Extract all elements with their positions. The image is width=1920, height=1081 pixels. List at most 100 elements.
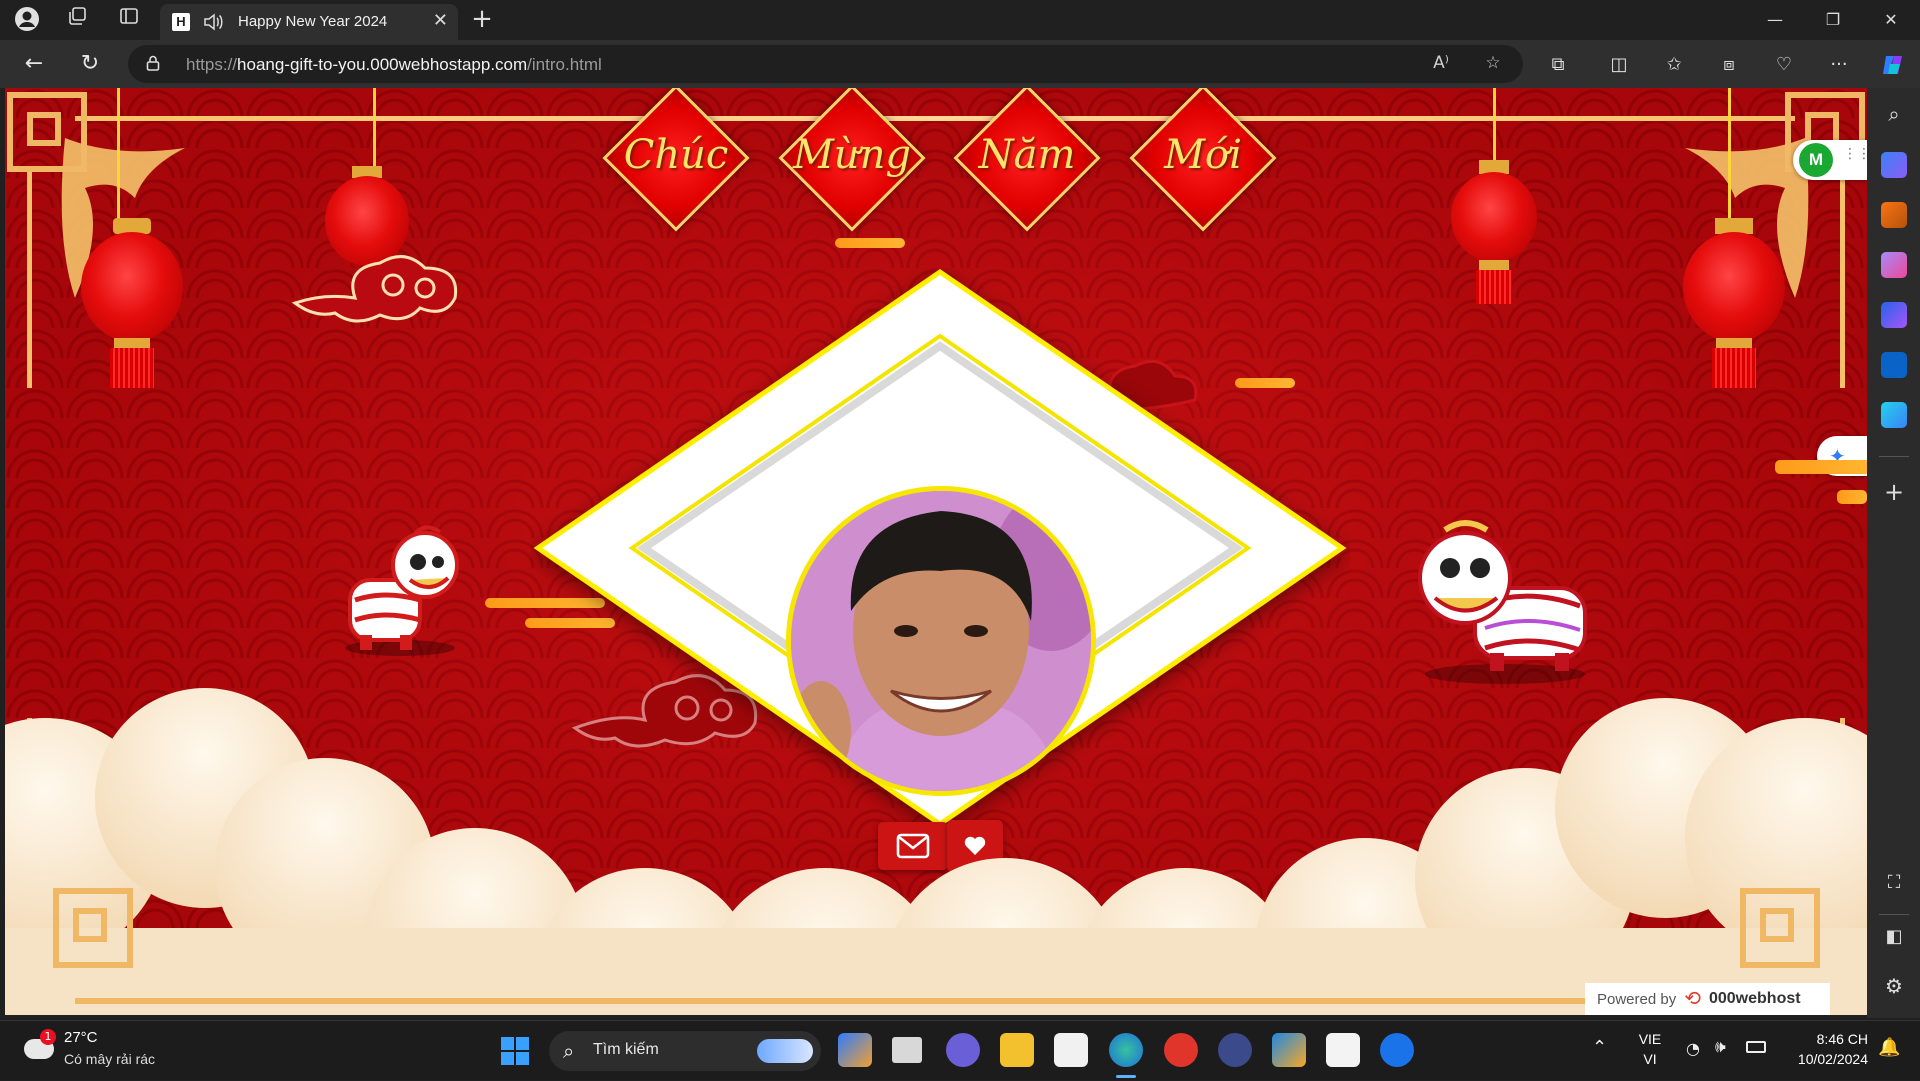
- tab-title: Happy New Year 2024: [238, 13, 388, 30]
- settings-gear-icon[interactable]: ⚙: [1881, 974, 1907, 1000]
- lock-icon[interactable]: [146, 55, 160, 71]
- games-icon[interactable]: [1881, 252, 1907, 278]
- url-scheme: https://: [186, 55, 238, 74]
- extension-badge-icon: M: [1799, 143, 1833, 177]
- refresh-button[interactable]: ↻: [74, 50, 106, 78]
- add-icon[interactable]: +: [1881, 480, 1907, 506]
- microsoft-365-icon[interactable]: [1881, 302, 1907, 328]
- browser-toolbar: ← ↻ https://hoang-gift-to-you.000webhost…: [0, 40, 1920, 88]
- workspaces-icon[interactable]: [62, 6, 92, 34]
- tab-close-icon[interactable]: ✕: [433, 10, 448, 31]
- powered-by-prefix: Powered by: [1597, 990, 1677, 1008]
- weather-desc: Có mây rải rác: [64, 1051, 156, 1067]
- url-path: /intro.html: [527, 55, 602, 74]
- powered-by-brand: 000webhost: [1708, 990, 1801, 1007]
- url-text[interactable]: https://hoang-gift-to-you.000webhostapp.…: [186, 55, 602, 75]
- collections-icon[interactable]: ⧈: [1714, 52, 1744, 78]
- webhost-logo-icon: ⟲: [1684, 988, 1701, 1010]
- drop-icon[interactable]: [1881, 402, 1907, 428]
- outlook-icon[interactable]: [1881, 352, 1907, 378]
- weather-widget[interactable]: 1 27°C Có mây rải rác: [16, 1021, 176, 1081]
- notification-bell-icon[interactable]: 🔔: [1878, 1037, 1900, 1058]
- speaker-icon[interactable]: [202, 11, 224, 33]
- battery-icon[interactable]: [1746, 1041, 1766, 1053]
- lantern-string-2: [373, 88, 376, 170]
- new-tab-button[interactable]: +: [466, 4, 498, 36]
- taskbar-search[interactable]: ⌕ Tìm kiếm: [549, 1031, 821, 1071]
- close-window-button[interactable]: ✕: [1868, 6, 1914, 34]
- app-icon[interactable]: [1218, 1033, 1252, 1067]
- extensions-icon[interactable]: ⧉: [1543, 52, 1573, 78]
- lantern-string-3: [1493, 88, 1496, 163]
- auspicious-cloud-icon: [291, 255, 458, 323]
- app-icon[interactable]: [1054, 1033, 1088, 1067]
- favorites-icon[interactable]: ✩: [1659, 52, 1689, 78]
- language-line2: VI: [1643, 1051, 1657, 1067]
- wifi-icon[interactable]: ◔: [1686, 1039, 1700, 1058]
- language-line1: VIE: [1638, 1031, 1662, 1047]
- clock[interactable]: 8:46 CH 10/02/2024: [1778, 1029, 1868, 1075]
- teams-chat-icon[interactable]: [946, 1033, 980, 1067]
- powered-by-badge[interactable]: Powered by ⟲ 000webhost: [1585, 983, 1830, 1015]
- search-highlight-icon: [757, 1039, 813, 1063]
- corner-ornament-bottom-right: [1740, 888, 1820, 968]
- clock-date: 10/02/2024: [1797, 1051, 1868, 1067]
- task-view-icon[interactable]: [892, 1037, 922, 1063]
- tab-actions-icon[interactable]: [114, 6, 144, 34]
- corner-ornament-bottom-left: [53, 888, 133, 968]
- lantern-string-4: [1728, 88, 1731, 223]
- browser-tab-active[interactable]: H Happy New Year 2024 ✕: [160, 4, 458, 40]
- split-screen-icon[interactable]: ◫: [1604, 52, 1634, 78]
- sidebar-toggle-icon[interactable]: ◧: [1881, 926, 1907, 952]
- gold-streak: [1837, 490, 1867, 504]
- language-indicator[interactable]: VIE VI: [1632, 1029, 1668, 1075]
- red-lantern-icon: [77, 218, 187, 408]
- browser-essentials-icon[interactable]: ♡: [1769, 52, 1799, 78]
- minimize-button[interactable]: —: [1752, 6, 1798, 34]
- shopping-tag-icon[interactable]: [1881, 152, 1907, 178]
- gold-frame-top: [75, 116, 1795, 121]
- red-lantern-icon: [1447, 160, 1541, 310]
- lion-dance-left-icon: [345, 525, 459, 656]
- drag-handle-icon[interactable]: ⋮⋮: [1843, 147, 1867, 161]
- read-aloud-icon[interactable]: A⁾: [1428, 53, 1454, 75]
- restore-button[interactable]: ❐: [1810, 6, 1856, 34]
- show-hidden-icons[interactable]: ⌃: [1592, 1037, 1607, 1058]
- start-windows-icon[interactable]: [500, 1036, 530, 1066]
- tools-icon[interactable]: [1881, 202, 1907, 228]
- red-lantern-icon: [1679, 218, 1789, 408]
- address-bar[interactable]: https://hoang-gift-to-you.000webhostapp.…: [128, 45, 1523, 83]
- microsoft-store-icon[interactable]: [1326, 1033, 1360, 1067]
- wps-office-icon[interactable]: [1164, 1033, 1198, 1067]
- edge-sidebar: ⌕ + ⛶ ◧ ⚙: [1867, 88, 1920, 1018]
- web-page: Chúc Mừng Năm Mới M ⋮⋮ ✦ Powered by ⟲ 00…: [5, 88, 1867, 1015]
- banner-text-2: Mừng: [792, 132, 912, 178]
- search-icon[interactable]: ⌕: [1881, 102, 1907, 128]
- sidebar-separator: [1879, 456, 1909, 457]
- lantern-string-1: [117, 88, 120, 228]
- weather-temp: 27°C: [64, 1029, 98, 1046]
- windows-taskbar: 1 27°C Có mây rải rác ⌕ Tìm kiếm ⌃ VIE V…: [0, 1020, 1920, 1080]
- copilot-taskbar-icon[interactable]: [838, 1033, 872, 1067]
- screenshot-icon[interactable]: ⛶: [1881, 872, 1907, 898]
- bottom-cloud-bank: [5, 688, 1867, 1015]
- gold-frame-left: [27, 168, 32, 388]
- file-explorer-icon[interactable]: [1000, 1033, 1034, 1067]
- banner-text-3: Năm: [978, 132, 1076, 178]
- active-app-indicator: [1116, 1075, 1136, 1078]
- copilot-icon[interactable]: [1878, 52, 1908, 78]
- extension-floating-button[interactable]: M ⋮⋮: [1793, 140, 1867, 180]
- back-button[interactable]: ←: [18, 50, 50, 78]
- search-icon: ⌕: [563, 1039, 575, 1063]
- browser-title-bar: H Happy New Year 2024 ✕ + — ❐ ✕: [0, 0, 1920, 40]
- zalo-icon[interactable]: [1380, 1033, 1414, 1067]
- lion-dance-right-icon: [1418, 520, 1587, 684]
- profile-icon[interactable]: [12, 6, 42, 34]
- more-menu-icon[interactable]: ···: [1824, 52, 1854, 78]
- app-icon[interactable]: [1272, 1033, 1306, 1067]
- banner-text-4: Mới: [1164, 132, 1242, 178]
- favorite-star-icon[interactable]: ☆: [1480, 53, 1506, 75]
- volume-icon[interactable]: 🕪: [1715, 1037, 1726, 1057]
- edge-browser-icon[interactable]: [1109, 1033, 1143, 1067]
- banner-text-1: Chúc: [623, 132, 729, 178]
